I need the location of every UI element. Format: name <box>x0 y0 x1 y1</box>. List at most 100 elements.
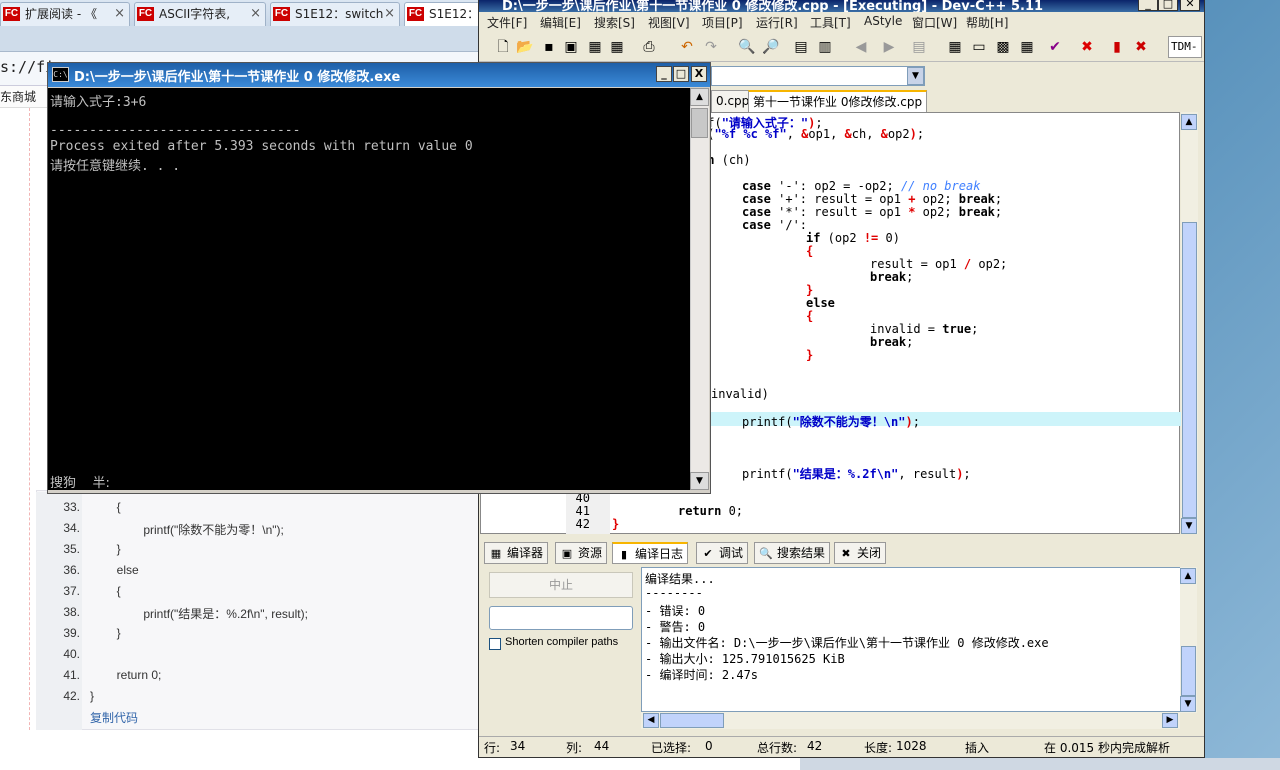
menu-astyle[interactable]: AStyle <box>864 14 902 28</box>
console-vertical-scrollbar[interactable] <box>690 88 709 490</box>
log-line: - 编译时间: 2.47s <box>645 668 759 682</box>
log-line: - 错误: 0 <box>645 604 706 618</box>
browser-tab[interactable]: FC S1E12：switch × <box>270 2 400 26</box>
rebuild-icon[interactable]: ▦ <box>1018 38 1036 56</box>
tab-close-icon[interactable]: × <box>250 3 261 25</box>
menu-project[interactable]: 项目[P] <box>702 14 743 31</box>
redo-icon[interactable]: ↷ <box>702 38 720 56</box>
scroll-down-icon[interactable]: ▼ <box>690 472 709 490</box>
menu-edit[interactable]: 编辑[E] <box>540 14 581 31</box>
indent-icon[interactable]: ◀ <box>852 38 870 56</box>
code-line: printf("除数不能为零！\n"); <box>90 523 284 537</box>
new-file-icon[interactable]: 🗋 <box>494 38 512 56</box>
log-line: - 输出大小: 125.791015625 KiB <box>645 652 845 666</box>
save-all-icon[interactable]: ▣ <box>562 38 580 56</box>
code-line: case '-': op2 = -op2; // no break <box>742 179 981 193</box>
browser-tab[interactable]: FC 扩展阅读 - 《 × <box>0 2 130 26</box>
goto-icon[interactable]: ▤ <box>792 38 810 56</box>
tab-close[interactable]: ✖ 关闭 <box>834 542 887 564</box>
log-line: -------- <box>645 586 703 600</box>
stop-button[interactable]: 中止 <box>489 572 633 598</box>
minimize-button[interactable]: _ <box>1138 0 1158 11</box>
menu-window[interactable]: 窗口[W] <box>912 14 957 31</box>
menu-run[interactable]: 运行[R] <box>756 14 798 31</box>
code-line-number: 39. <box>63 626 80 640</box>
scroll-down-icon[interactable]: ▼ <box>1180 696 1196 712</box>
console-maximize-button[interactable]: □ <box>673 66 689 82</box>
status-total: 42 <box>807 739 823 753</box>
tab-label: 资源 <box>578 546 603 560</box>
scroll-up-icon[interactable]: ▲ <box>1181 114 1197 130</box>
status-sel: 0 <box>705 739 713 753</box>
code-line: } <box>806 348 814 362</box>
scroll-thumb[interactable] <box>660 713 724 728</box>
bookmark-item[interactable]: 东商城 <box>0 88 36 105</box>
status-col-label: 列: <box>566 741 583 755</box>
compile-icon[interactable]: ▦ <box>946 38 964 56</box>
scroll-right-icon[interactable]: ▶ <box>1162 713 1178 728</box>
close-all-icon[interactable]: ▦ <box>608 38 626 56</box>
stop-execution-icon[interactable]: ✖ <box>1078 38 1096 56</box>
log-line: 编译结果... <box>645 572 715 586</box>
tab-compiler[interactable]: ▦ 编译器 <box>484 542 549 564</box>
scroll-thumb[interactable] <box>1181 646 1196 696</box>
compile-run-icon[interactable]: ▩ <box>994 38 1012 56</box>
code-line: } <box>90 689 95 703</box>
tab-label: S1E12：switch <box>295 7 384 21</box>
save-icon[interactable]: ▪ <box>540 38 558 56</box>
scroll-up-icon[interactable]: ▲ <box>690 88 709 106</box>
chevron-down-icon[interactable]: ▼ <box>907 67 924 85</box>
copy-code-link[interactable]: 复制代码 <box>90 709 138 726</box>
shorten-paths-label: Shorten compiler paths <box>505 636 619 648</box>
console-close-button[interactable]: X <box>691 66 707 82</box>
comment-icon[interactable]: ▤ <box>910 38 928 56</box>
scroll-down-icon[interactable]: ▼ <box>1181 518 1197 534</box>
maximize-button[interactable]: □ <box>1158 0 1178 11</box>
console-line: 请输入式子:3+6 <box>50 95 147 110</box>
status-sel-label: 已选择: <box>651 741 692 755</box>
browser-tab-active[interactable]: FC S1E12：sw <box>404 2 480 26</box>
file-tab-active[interactable]: 第十一节课作业 0修改修改.cpp <box>748 90 928 112</box>
class-select[interactable] <box>711 66 925 86</box>
scroll-up-icon[interactable]: ▲ <box>1180 568 1196 584</box>
site-favicon-icon: FC <box>273 7 290 21</box>
compile-progress-bar <box>489 606 633 630</box>
profile-icon[interactable]: ▮ <box>1108 38 1126 56</box>
code-line: break; <box>870 335 914 349</box>
scroll-left-icon[interactable]: ◀ <box>643 713 659 728</box>
code-line-number: 36. <box>63 563 80 577</box>
menu-tools[interactable]: 工具[T] <box>810 14 851 31</box>
menu-file[interactable]: 文件[F] <box>487 14 527 31</box>
browser-tab[interactable]: FC ASCII字符表, × <box>134 2 266 26</box>
scroll-thumb[interactable] <box>1182 222 1197 518</box>
compiler-select[interactable]: TDM- <box>1168 36 1202 58</box>
find-icon[interactable]: 🔍 <box>738 38 756 56</box>
syntax-check-icon[interactable]: ✔ <box>1046 38 1064 56</box>
shorten-paths-checkbox[interactable] <box>489 638 501 650</box>
replace-icon[interactable]: 🔎 <box>762 38 780 56</box>
tab-search-results[interactable]: 🔍 搜索结果 <box>754 542 831 564</box>
run-icon[interactable]: ▭ <box>970 38 988 56</box>
tab-close-icon[interactable]: × <box>114 3 125 25</box>
menu-search[interactable]: 搜索[S] <box>594 14 635 31</box>
tab-resources[interactable]: ▣ 资源 <box>555 542 608 564</box>
tab-compile-log[interactable]: ▮ 编译日志 <box>612 542 689 564</box>
delete-profile-icon[interactable]: ✖ <box>1132 38 1150 56</box>
unindent-icon[interactable]: ▶ <box>880 38 898 56</box>
tab-close-icon[interactable]: × <box>384 3 395 25</box>
console-minimize-button[interactable]: _ <box>656 66 672 82</box>
tab-label: 搜索结果 <box>777 546 826 560</box>
code-line: } <box>90 626 121 640</box>
toggle-bookmark-icon[interactable]: ▥ <box>816 38 834 56</box>
tab-label: ASCII字符表, <box>159 7 231 21</box>
undo-icon[interactable]: ↶ <box>678 38 696 56</box>
code-line: printf("结果是：%.2f\n", result); <box>90 607 308 621</box>
menu-help[interactable]: 帮助[H] <box>966 14 1008 31</box>
scroll-thumb[interactable] <box>691 108 708 138</box>
menu-view[interactable]: 视图[V] <box>648 14 690 31</box>
print-icon[interactable]: ⎙ <box>640 38 658 56</box>
close-button[interactable]: ✕ <box>1180 0 1200 11</box>
tab-debug[interactable]: ✔ 调试 <box>696 542 749 564</box>
open-icon[interactable]: 📂 <box>516 38 534 56</box>
close-file-icon[interactable]: ▦ <box>586 38 604 56</box>
